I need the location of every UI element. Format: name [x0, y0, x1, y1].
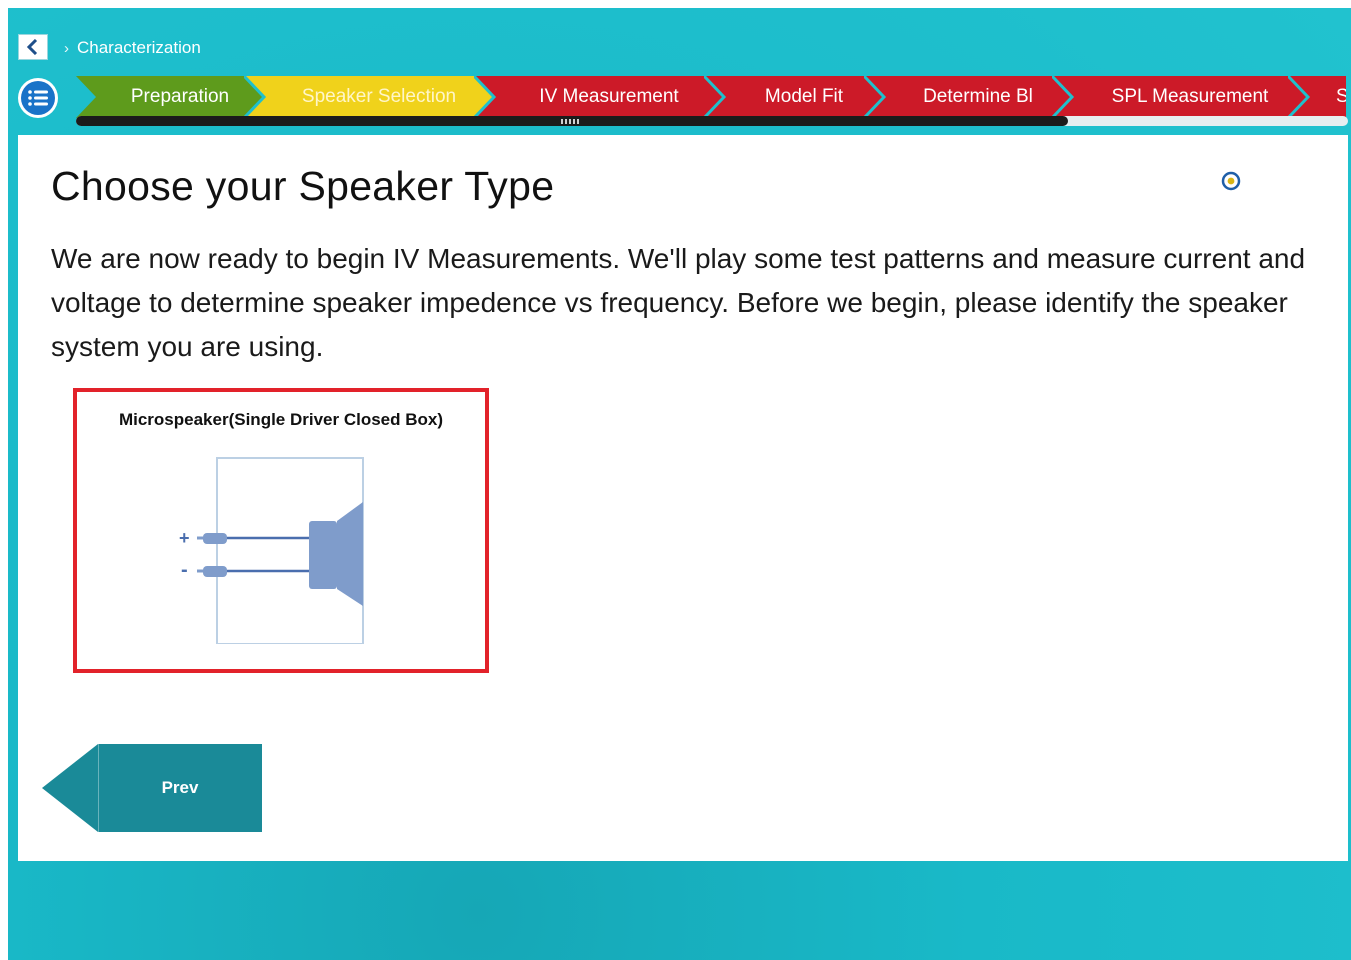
closed-box-speaker-diagram: + -	[179, 457, 364, 644]
page-title: Choose your Speaker Type	[51, 163, 555, 209]
menu-button[interactable]	[18, 78, 58, 118]
step-scrollbar[interactable]	[76, 116, 1348, 126]
step-bar: Preparation Speaker Selection IV Measure…	[76, 76, 1346, 118]
back-button[interactable]	[18, 34, 48, 60]
target-icon[interactable]	[1221, 171, 1241, 191]
step-label: Preparation	[130, 86, 230, 107]
breadcrumb-separator: ›	[64, 39, 69, 57]
prev-button[interactable]: Prev	[42, 744, 262, 832]
step-label: Speaker Selection	[301, 86, 457, 107]
breadcrumb: › Characterization	[64, 38, 201, 58]
step-label: SPL Measurement	[1111, 86, 1269, 107]
content-panel: Choose your Speaker Type We are now read…	[18, 135, 1348, 861]
prev-button-label: Prev	[161, 778, 199, 797]
step-label: Determine Bl	[923, 86, 1033, 107]
app-frame: › Characterization Preparation Speaker S…	[8, 8, 1351, 960]
chevron-left-icon	[26, 39, 38, 55]
step-label: Model Fit	[764, 86, 844, 107]
step-label: IV Measurement	[539, 86, 679, 107]
step-model-fit[interactable]: Model Fit	[704, 76, 884, 118]
negative-terminal-label: -	[181, 559, 188, 581]
step-iv-measurement[interactable]: IV Measurement	[474, 76, 724, 118]
step-preparation[interactable]: Preparation	[76, 76, 264, 118]
step-spl-measurement[interactable]: SPL Measurement	[1052, 76, 1308, 118]
step-determine-bl[interactable]: Determine Bl	[864, 76, 1072, 118]
step-label: S	[1336, 86, 1346, 107]
instructions-text: We are now ready to begin IV Measurement…	[51, 243, 1306, 362]
speaker-option-microspeaker[interactable]: Microspeaker(Single Driver Closed Box) +…	[73, 388, 489, 673]
breadcrumb-current[interactable]: Characterization	[77, 38, 201, 58]
scrollbar-grip-icon	[561, 119, 581, 124]
step-speaker-selection[interactable]: Speaker Selection	[244, 76, 494, 118]
positive-terminal-label: +	[179, 528, 190, 548]
speaker-option-title: Microspeaker(Single Driver Closed Box)	[118, 410, 444, 429]
list-icon	[21, 81, 55, 115]
